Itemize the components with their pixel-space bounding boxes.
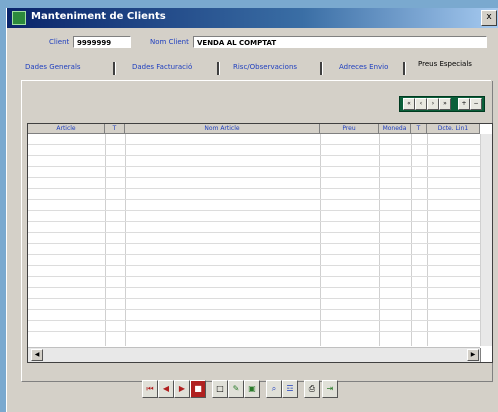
col-header-dcte[interactable]: Dcte. Lin1	[427, 124, 480, 134]
row-line	[28, 287, 480, 288]
col-header-article[interactable]: Article	[28, 124, 105, 134]
client-code-field[interactable]: 9999999	[73, 36, 131, 48]
edit-icon[interactable]: ✎	[228, 380, 244, 398]
row-line	[28, 221, 480, 222]
print-icon[interactable]: ⎙	[304, 380, 320, 398]
nav-delete-button[interactable]: −	[470, 98, 482, 110]
first-record-icon[interactable]: ⏮	[142, 380, 158, 398]
filter-icon[interactable]: ☲	[282, 380, 298, 398]
desktop-frame: Manteniment de Clients x Client 9999999 …	[0, 0, 498, 412]
row-line	[28, 265, 480, 266]
close-button[interactable]: x	[481, 10, 497, 26]
new-document-icon[interactable]: □	[212, 380, 228, 398]
clients-window: Manteniment de Clients x Client 9999999 …	[6, 8, 498, 412]
scroll-left-icon[interactable]: ◀	[31, 349, 43, 361]
col-header-t[interactable]: T	[411, 124, 427, 134]
next-record-icon[interactable]: ▶	[174, 380, 190, 398]
tab-dades-generals[interactable]: Dades Generals	[25, 63, 81, 71]
tab-risc-observacions[interactable]: Risc/Observacions	[233, 63, 297, 71]
tab-separator	[320, 62, 323, 75]
horizontal-scrollbar[interactable]: ◀ ▶	[28, 347, 480, 362]
client-header: Client 9999999 Nom Client VENDA AL COMPT…	[7, 28, 498, 56]
window-title: Manteniment de Clients	[31, 11, 166, 22]
col-header-nom-article[interactable]: Nom Article	[125, 124, 320, 134]
vertical-scrollbar[interactable]	[481, 134, 492, 346]
row-line	[28, 166, 480, 167]
scroll-right-icon[interactable]: ▶	[467, 349, 479, 361]
row-line	[28, 155, 480, 156]
row-line	[28, 144, 480, 145]
col-header-moneda[interactable]: Moneda	[379, 124, 411, 134]
title-bar: Manteniment de Clients x	[7, 8, 498, 28]
row-line	[28, 254, 480, 255]
tab-separator	[217, 62, 220, 75]
search-icon[interactable]: ⌕	[266, 380, 282, 398]
tab-separator	[403, 62, 406, 75]
row-line	[28, 331, 480, 332]
col-header-preu[interactable]: Preu	[320, 124, 379, 134]
prev-record-icon[interactable]: ◀	[158, 380, 174, 398]
row-line	[28, 188, 480, 189]
row-line	[28, 243, 480, 244]
nav-add-button[interactable]: +	[458, 98, 470, 110]
row-line	[28, 298, 480, 299]
bottom-toolbar: ⏮ ◀ ▶ ■ □ ✎ ▣ ⌕ ☲ ⎙ ⇥	[138, 380, 378, 404]
tab-dades-facturacio[interactable]: Dades Facturació	[132, 63, 192, 71]
record-nav-group: « ‹ › » + −	[399, 96, 485, 112]
row-line	[28, 276, 480, 277]
row-line	[28, 309, 480, 310]
tab-separator	[113, 62, 116, 75]
stop-icon[interactable]: ■	[190, 380, 206, 398]
nom-client-label: Nom Client	[150, 38, 189, 46]
nav-prev-button[interactable]: ‹	[415, 98, 427, 110]
col-header-type[interactable]: T	[105, 124, 125, 134]
app-icon	[12, 11, 26, 25]
tab-adreces-envio[interactable]: Adreces Envio	[339, 63, 388, 71]
row-line	[28, 177, 480, 178]
exit-icon[interactable]: ⇥	[322, 380, 338, 398]
nav-first-button[interactable]: «	[403, 98, 415, 110]
save-icon[interactable]: ▣	[244, 380, 260, 398]
client-name-field[interactable]: VENDA AL COMPTAT	[193, 36, 487, 48]
client-label: Client	[49, 38, 70, 46]
nav-next-button[interactable]: ›	[427, 98, 439, 110]
row-line	[28, 232, 480, 233]
prices-grid[interactable]: Article T Nom Article Preu Moneda T Dcte…	[27, 123, 493, 363]
row-line	[28, 210, 480, 211]
nav-last-button[interactable]: »	[439, 98, 451, 110]
row-line	[28, 320, 480, 321]
tab-preus-especials[interactable]: Preus Especials	[418, 60, 472, 68]
row-line	[28, 199, 480, 200]
scroll-corner	[480, 348, 492, 362]
